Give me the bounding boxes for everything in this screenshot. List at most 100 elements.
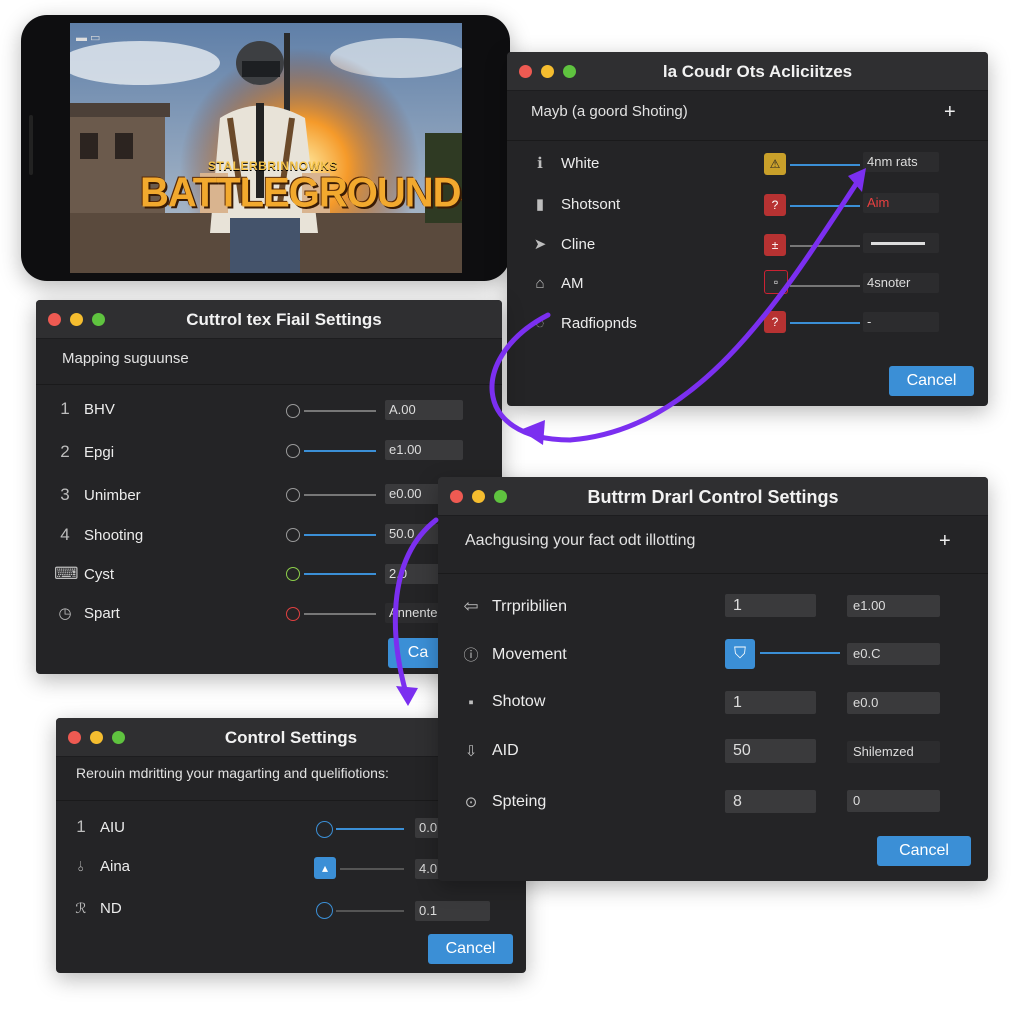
game-artwork	[70, 23, 462, 273]
setting-row: ⌨ Cyst	[54, 564, 114, 584]
setting-label: Trrpribilien	[492, 597, 567, 615]
setting-label: AM	[561, 275, 584, 292]
setting-row: ◷ Spart	[54, 604, 120, 623]
setting-label: Epgi	[84, 443, 115, 461]
pin-icon: ⫰	[77, 858, 85, 874]
setting-row: ⇦ Trrpribilien	[460, 596, 567, 617]
slider-knob[interactable]	[286, 488, 300, 502]
value-field[interactable]: -	[863, 312, 939, 332]
question-icon[interactable]: ?	[764, 194, 786, 216]
arrowhead-left-icon	[520, 420, 545, 445]
slider-knob[interactable]	[286, 404, 300, 418]
setting-label: Shotow	[492, 693, 546, 710]
value-field[interactable]: 4snoter	[863, 273, 939, 293]
value-field[interactable]: e1.00	[385, 440, 463, 460]
setting-label: Cyst	[84, 565, 114, 583]
number-input[interactable]: 8	[725, 790, 816, 813]
info-circle-icon: ⓘ	[463, 647, 479, 664]
section-heading: Aachgusing your fact odt illotting	[465, 532, 696, 549]
back-arrow-icon: ⇦	[463, 596, 479, 616]
add-icon[interactable]: +	[944, 101, 956, 124]
setting-row: ℛ ND	[70, 900, 122, 917]
setting-label: ND	[100, 900, 122, 917]
bookmark-icon: ▮	[535, 196, 545, 213]
settings-circle-icon: ⊙	[464, 794, 478, 811]
value-field[interactable]: e0.C	[847, 643, 940, 665]
setting-row: ⇩ AID	[460, 742, 519, 760]
setting-label: Spart	[84, 604, 120, 622]
value-field[interactable]: 0.1	[415, 901, 490, 921]
cancel-button[interactable]: Cancel	[428, 934, 513, 964]
setting-label: BHV	[84, 400, 115, 418]
slider-knob[interactable]	[316, 902, 333, 919]
slider-knob[interactable]	[286, 607, 300, 621]
toggle-icon[interactable]: ±	[764, 234, 786, 256]
setting-row: 1 AIU	[70, 817, 125, 837]
game-screen[interactable]: ▬ ▭ STALERBRINNOWKS BATTLEGROUNDS	[70, 23, 462, 273]
setting-label: AIU	[100, 818, 126, 836]
radio-icon: ◌	[535, 315, 545, 332]
setting-label: Cline	[561, 235, 596, 253]
person-icon[interactable]: ⛉	[725, 639, 755, 669]
window-title: Buttrm Drarl Control Settings	[587, 487, 839, 507]
setting-label: Spteing	[492, 793, 547, 810]
value-field[interactable]: e1.00	[847, 595, 940, 617]
value-field[interactable]: A.00	[385, 400, 463, 420]
settings-window-left: Cuttrol tex Fiail Settings Mapping suguu…	[36, 300, 502, 674]
setting-row: ⌂ AM	[529, 275, 584, 292]
setting-label: Aina	[100, 858, 131, 875]
row-number: 3	[60, 485, 70, 504]
value-field[interactable]: e0.0	[847, 692, 940, 714]
square-icon[interactable]: ▫	[764, 270, 788, 294]
setting-row: ⊙ Spteing	[460, 793, 547, 811]
number-input[interactable]: 50	[725, 739, 816, 763]
setting-row: 1 BHV	[54, 399, 115, 419]
info-icon: ℹ	[537, 155, 543, 172]
setting-row: 4 Shooting	[54, 525, 143, 545]
row-number: 1	[60, 399, 70, 418]
number-input[interactable]: 1	[725, 594, 816, 617]
setting-row: 3 Unimber	[54, 485, 140, 505]
setting-row: ⓘ Movement	[460, 644, 567, 665]
slider-knob[interactable]	[316, 821, 333, 838]
setting-row: ⫰ Aina	[70, 858, 130, 875]
setting-label: Shotsont	[561, 195, 621, 213]
window-titlebar[interactable]: Cuttrol tex Fiail Settings	[36, 300, 502, 339]
button-control-settings-window: Buttrm Drarl Control Settings Aachgusing…	[438, 477, 988, 881]
row-number: 2	[60, 442, 70, 461]
section-heading: Mapping suguunse	[62, 350, 189, 367]
toggle-icon[interactable]: ⚠	[764, 153, 786, 175]
square-icon: ▪	[468, 693, 474, 711]
menu-icon[interactable]: ▬ ▭	[76, 31, 100, 44]
window-titlebar[interactable]: Buttrm Drarl Control Settings	[438, 477, 988, 516]
setting-label: Shooting	[84, 526, 144, 544]
slider-field[interactable]	[863, 233, 939, 253]
add-icon[interactable]: +	[939, 530, 951, 553]
setting-row: ▪ Shotow	[460, 693, 545, 711]
setting-label: AID	[492, 742, 519, 759]
slider-knob[interactable]	[286, 528, 300, 542]
value-field[interactable]: Shilemzed	[847, 741, 940, 763]
setting-label: Movement	[492, 645, 567, 663]
toggle-icon[interactable]: ▴	[314, 857, 336, 879]
value-field[interactable]: 0	[847, 790, 940, 812]
setting-label: Radfiopnds	[561, 315, 637, 332]
row-number: 4	[60, 525, 70, 544]
setting-row: ◌ Radfiopnds	[529, 315, 637, 332]
cancel-button[interactable]: Cancel	[889, 366, 974, 396]
arrowhead-down-icon	[396, 686, 418, 706]
cursor-icon: ➤	[533, 236, 547, 253]
section-heading: Mayb (a goord Shoting)	[531, 103, 688, 120]
setting-row: ➤ Cline	[529, 235, 596, 254]
cancel-button[interactable]: Cancel	[877, 836, 971, 866]
number-input[interactable]: 1	[725, 691, 816, 714]
row-number: 1	[76, 817, 86, 836]
question-icon[interactable]: ?	[764, 311, 786, 333]
window-titlebar[interactable]: la Coudr Ots Acliciitzes	[507, 52, 988, 91]
slider-knob[interactable]	[286, 444, 300, 458]
value-field[interactable]: 4nm rats	[863, 152, 939, 172]
value-field[interactable]: Aim	[863, 193, 939, 213]
slider-knob[interactable]	[286, 567, 300, 581]
run-icon: ℛ	[75, 900, 87, 916]
window-title: Cuttrol tex Fiail Settings	[186, 310, 382, 329]
